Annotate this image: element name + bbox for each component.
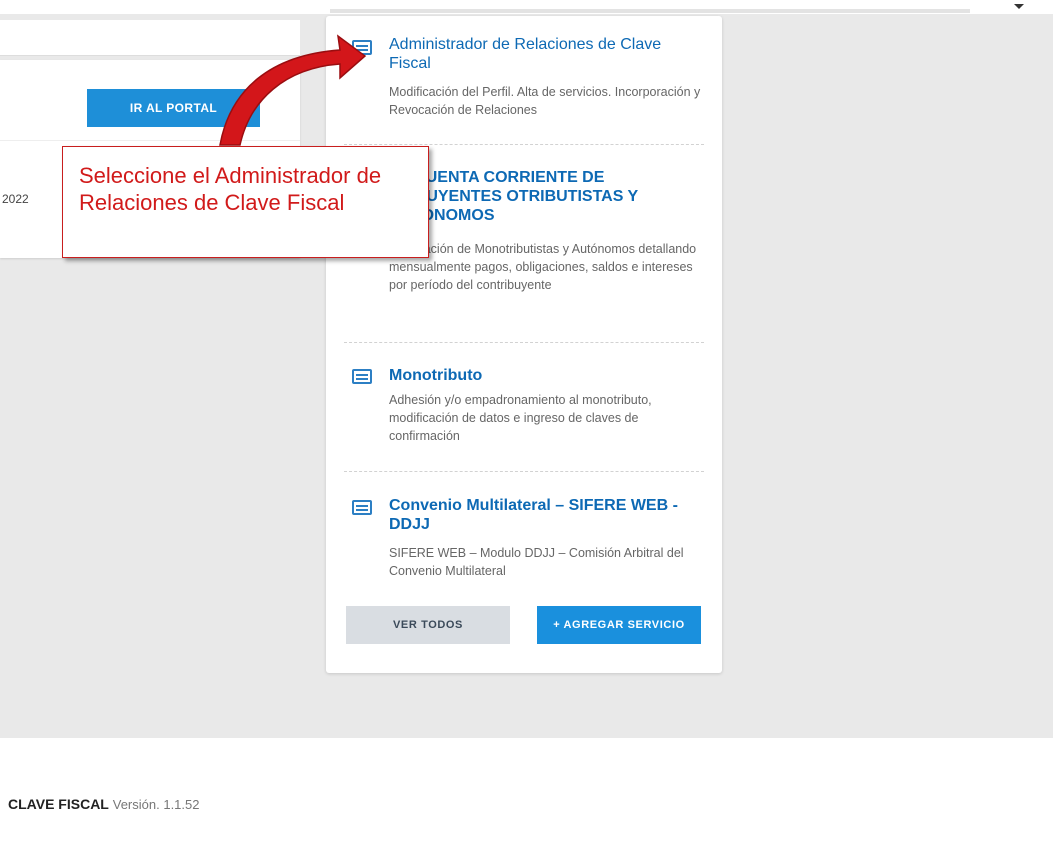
service-description: Adhesión y/o empadronamiento al monotrib…	[389, 393, 652, 443]
instruction-callout: Seleccione el Administrador de Relacione…	[62, 146, 429, 258]
red-arrow-icon	[219, 34, 367, 146]
chevron-down-icon[interactable]	[1014, 4, 1024, 9]
service-description: SIFERE WEB – Modulo DDJJ – Comisión Arbi…	[389, 546, 684, 578]
service-divider	[344, 144, 704, 145]
service-divider	[344, 342, 704, 343]
service-title[interactable]: Monotributo	[389, 366, 707, 385]
footer-version: Versión. 1.1.52	[112, 797, 200, 812]
footer: CLAVE FISCAL Versión. 1.1.52	[0, 738, 1053, 845]
footer-brand: CLAVE FISCAL	[8, 796, 109, 812]
service-title[interactable]: Administrador de Relaciones de Clave Fis…	[389, 35, 707, 73]
footer-version-text: CLAVE FISCAL Versión. 1.1.52	[8, 796, 199, 812]
service-card-icon	[352, 500, 372, 515]
view-all-button[interactable]: VER TODOS	[346, 606, 510, 644]
service-card-icon	[352, 369, 372, 384]
service-title[interactable]: Convenio Multilateral – SIFERE WEB - DDJ…	[389, 496, 707, 534]
service-description: Modificación del Perfil. Alta de servici…	[389, 85, 701, 117]
add-service-button[interactable]: + AGREGAR SERVICIO	[537, 606, 701, 644]
left-date-text: 2022	[2, 192, 29, 206]
top-bar	[0, 0, 1053, 14]
service-title[interactable]: A - CUENTA CORRIENTE DE TRIBUYENTES OTRI…	[389, 168, 707, 225]
top-divider	[330, 9, 970, 13]
service-description: información de Monotributistas y Autónom…	[389, 242, 697, 292]
service-divider	[344, 471, 704, 472]
